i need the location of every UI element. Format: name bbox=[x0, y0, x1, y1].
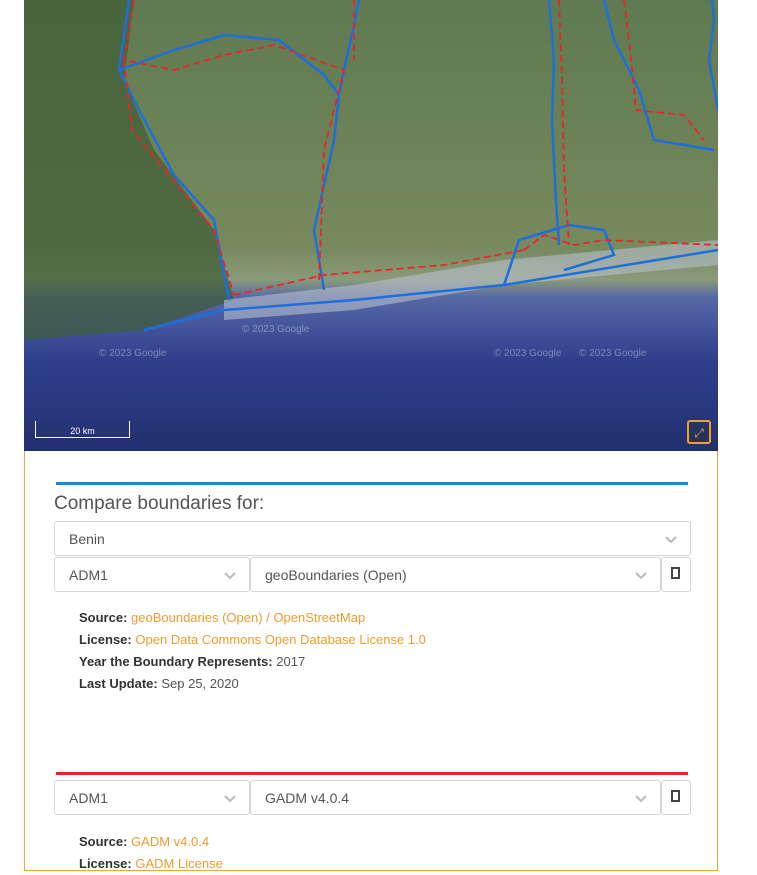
level-select-b[interactable]: ADM1 bbox=[54, 780, 250, 815]
license-link-a[interactable]: Open Data Commons Open Database License … bbox=[135, 632, 426, 647]
level-select-a-value: ADM1 bbox=[69, 567, 108, 583]
svg-text:© 2023 Google: © 2023 Google bbox=[494, 348, 562, 359]
license-label: License: bbox=[79, 632, 132, 647]
boundary-a-info: Source: geoBoundaries (Open) / OpenStree… bbox=[79, 607, 426, 695]
compare-heading: Compare boundaries for: bbox=[54, 493, 265, 514]
boundary-b-accent-bar bbox=[56, 772, 688, 775]
square-icon bbox=[671, 790, 680, 802]
boundary-b-info: Source: GADM v4.0.4 License: GADM Licens… bbox=[79, 831, 223, 875]
chevron-down-icon bbox=[224, 572, 236, 580]
level-select-b-value: ADM1 bbox=[69, 790, 108, 806]
year-value: 2017 bbox=[276, 654, 306, 669]
compare-panel: Compare boundaries for: Benin ADM1 geoBo… bbox=[24, 451, 718, 871]
source-link-a[interactable]: geoBoundaries (Open) / OpenStreetMap bbox=[131, 610, 365, 625]
chevron-down-icon bbox=[635, 572, 647, 580]
chevron-down-icon bbox=[665, 536, 677, 544]
last-update-label: Last Update: bbox=[79, 676, 158, 691]
map-scale: 20 km bbox=[35, 421, 130, 438]
copy-button-a[interactable] bbox=[661, 557, 691, 592]
source-select-a-value: geoBoundaries (Open) bbox=[265, 567, 407, 583]
svg-text:© 2023 Google: © 2023 Google bbox=[242, 324, 310, 335]
year-label: Year the Boundary Represents: bbox=[79, 654, 273, 669]
source-select-b[interactable]: GADM v4.0.4 bbox=[250, 780, 661, 815]
chevron-down-icon bbox=[635, 795, 647, 803]
boundary-overlay: © 2023 Google © 2023 Google © 2023 Googl… bbox=[24, 0, 718, 359]
expand-icon: ⤢ bbox=[694, 426, 704, 440]
level-select-a[interactable]: ADM1 bbox=[54, 557, 250, 592]
fullscreen-button[interactable]: ⤢ bbox=[687, 420, 711, 444]
satellite-map[interactable]: © 2023 Google © 2023 Google © 2023 Googl… bbox=[24, 0, 718, 451]
square-icon bbox=[671, 567, 680, 579]
copy-button-b[interactable] bbox=[661, 780, 691, 815]
country-select[interactable]: Benin bbox=[54, 521, 691, 556]
source-select-a[interactable]: geoBoundaries (Open) bbox=[250, 557, 661, 592]
chevron-down-icon bbox=[224, 795, 236, 803]
source-link-b[interactable]: GADM v4.0.4 bbox=[131, 834, 209, 849]
svg-text:© 2023 Google: © 2023 Google bbox=[579, 348, 647, 359]
boundary-a-accent-bar bbox=[56, 482, 688, 485]
source-label: Source: bbox=[79, 610, 128, 625]
svg-text:© 2023 Google: © 2023 Google bbox=[99, 348, 167, 359]
last-update-value: Sep 25, 2020 bbox=[161, 676, 239, 691]
country-select-value: Benin bbox=[69, 531, 105, 547]
source-select-b-value: GADM v4.0.4 bbox=[265, 790, 350, 806]
source-label: Source: bbox=[79, 834, 128, 849]
